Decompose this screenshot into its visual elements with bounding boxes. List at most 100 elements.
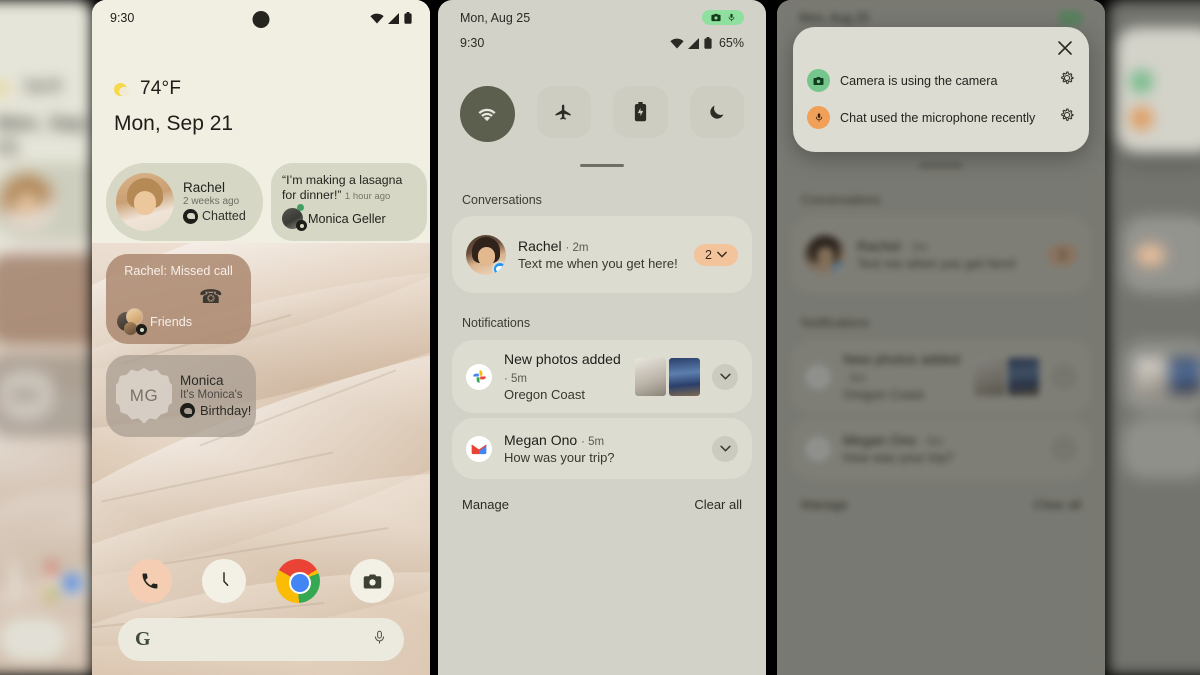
conversation-count-chip[interactable]: 2 (694, 243, 738, 266)
widget-rachel[interactable]: Rachel 2 weeks ago Chatted (106, 163, 263, 241)
thumbnail-image (669, 357, 700, 396)
messages-icon (492, 260, 506, 275)
qs-tile-battery-saver[interactable] (613, 86, 668, 138)
privacy-indicator-pill[interactable] (702, 10, 744, 25)
messages-icon (180, 403, 195, 419)
screenshot-stage: 74°F Mon, Sep 21 MG 9:30 74°F Mon, Sep 2… (0, 0, 1200, 675)
notification-megan[interactable]: Megan Ono · 5m How was your trip? (452, 418, 752, 479)
camera-icon (807, 69, 830, 92)
widget-monica-birthday-line2: Birthday! (200, 403, 252, 419)
manage-button[interactable]: Manage (462, 497, 509, 512)
airplane-icon (555, 104, 571, 120)
notification-text: Oregon Coast (504, 386, 585, 402)
privacy-row-camera[interactable]: Camera is using the camera (807, 62, 1075, 99)
wifi-icon (477, 106, 498, 121)
microphone-icon (807, 106, 830, 129)
camera-badge-icon (296, 220, 307, 231)
privacy-row-microphone[interactable]: Chat used the microphone recently (807, 99, 1075, 136)
expand-notification-button[interactable] (712, 363, 738, 390)
temperature: 74°F (140, 78, 182, 99)
shade-time: 9:30 (460, 36, 485, 50)
widget-monica-name: Monica Geller (308, 211, 386, 226)
qs-tile-internet[interactable] (460, 86, 515, 142)
widget-friends-title: Rachel: Missed call (124, 264, 233, 278)
sun-icon (114, 81, 131, 98)
cell-signal-icon (687, 37, 699, 49)
privacy-camera-text: Camera is using the camera (840, 73, 998, 88)
conversation-name: Rachel (518, 237, 562, 254)
conversation-notification-rachel[interactable]: Rachel · 2m Text me when you get here! 2 (452, 216, 752, 293)
notification-text: How was your trip? (504, 449, 615, 465)
wifi-icon (670, 38, 684, 48)
notification-thumbnails[interactable] (635, 357, 700, 396)
microphone-icon[interactable] (372, 628, 387, 652)
clear-all-button[interactable]: Clear all (694, 497, 742, 512)
battery-percent: 65% (718, 36, 744, 50)
privacy-microphone-text: Chat used the microphone recently (840, 110, 1036, 125)
widget-friends[interactable]: Rachel: Missed call ☎ Friends (106, 254, 251, 344)
widget-rachel-name: Rachel (183, 180, 226, 196)
camera-punch-hole (252, 11, 270, 28)
monica-initials-avatar: MG (116, 368, 172, 424)
camera-icon[interactable] (350, 559, 394, 603)
widget-rachel-timestamp: 2 weeks ago (183, 196, 240, 208)
shade-status-bar: Mon, Aug 25 9:30 65% (438, 0, 766, 50)
friends-avatar-stack (117, 308, 147, 335)
notification-title: Megan Ono (504, 431, 578, 448)
ghost-panel-left: 74°F Mon, Sep 21 MG (0, 0, 92, 675)
battery-icon (704, 37, 712, 49)
widget-monica-quote[interactable]: “I’m making a lasagna for dinner!” 1 hou… (271, 163, 427, 241)
camera-badge-icon (136, 324, 147, 335)
chevron-down-icon (719, 373, 731, 380)
qs-tile-do-not-disturb[interactable] (689, 86, 744, 138)
notifications-section-label: Notifications (462, 316, 531, 330)
ghost-panel-right (1108, 0, 1200, 675)
qs-tile-airplane-mode[interactable] (536, 86, 591, 138)
close-icon (1058, 41, 1072, 55)
weather-widget[interactable]: 74°F (114, 78, 181, 100)
conversations-section-label: Conversations (462, 193, 542, 207)
widget-monica-birthday-line1: It's Monica's (180, 389, 243, 402)
notification-title: New photos added (504, 350, 621, 367)
notification-time: 5m (588, 435, 605, 448)
notification-photos[interactable]: New photos added · 5m Oregon Coast (452, 340, 752, 413)
shade-drag-handle[interactable] (580, 164, 624, 167)
monica-avatar (282, 204, 307, 231)
conversation-widgets-row: Rachel 2 weeks ago Chatted “I’m making a… (106, 163, 427, 241)
battery-saver-icon (634, 102, 646, 122)
notification-time: 5m (511, 372, 528, 385)
microphone-icon (728, 13, 735, 22)
phone-icon[interactable] (128, 559, 172, 603)
phone-panel-privacy-dialog: Mon, Aug 25 9:3065% Conversations Rachel… (777, 0, 1105, 675)
rachel-avatar (116, 173, 174, 231)
chevron-down-icon (717, 251, 727, 258)
phone-panel-home: 9:30 74°F Mon, Sep 21 Rachel 2 weeks ago… (92, 0, 430, 675)
google-search-bar[interactable]: G (118, 618, 404, 661)
status-time: 9:30 (110, 11, 135, 25)
clock-icon[interactable] (202, 559, 246, 603)
phone-panel-shade: Mon, Aug 25 9:30 65% Conversations Rache… (438, 0, 766, 675)
chrome-icon[interactable] (276, 559, 320, 603)
google-g-icon: G (135, 628, 151, 650)
quick-settings-tiles (460, 86, 744, 142)
moon-icon (710, 105, 724, 119)
widget-monica-birthday[interactable]: MG Monica It's Monica's Birthday! (106, 355, 256, 437)
dock (92, 559, 430, 603)
widget-monica-birthday-name: Monica (180, 373, 224, 389)
cell-signal-icon (388, 12, 399, 24)
date-label: Mon, Sep 21 (114, 112, 234, 135)
widget-rachel-status: Chatted (202, 208, 246, 223)
google-photos-icon (466, 363, 492, 390)
widget-friends-group: Friends (150, 314, 192, 329)
gear-icon[interactable] (1059, 107, 1075, 128)
shade-date: Mon, Aug 25 (460, 10, 531, 25)
conversation-text: Text me when you get here! (518, 255, 678, 271)
close-button[interactable] (807, 39, 1075, 62)
conversation-time: 2m (572, 241, 589, 254)
gmail-icon (466, 435, 492, 462)
status-icons (370, 12, 412, 24)
expand-notification-button[interactable] (712, 435, 738, 462)
gear-icon[interactable] (1059, 70, 1075, 91)
privacy-dialog: Camera is using the camera Chat used the… (793, 27, 1089, 152)
camera-icon (711, 13, 721, 22)
